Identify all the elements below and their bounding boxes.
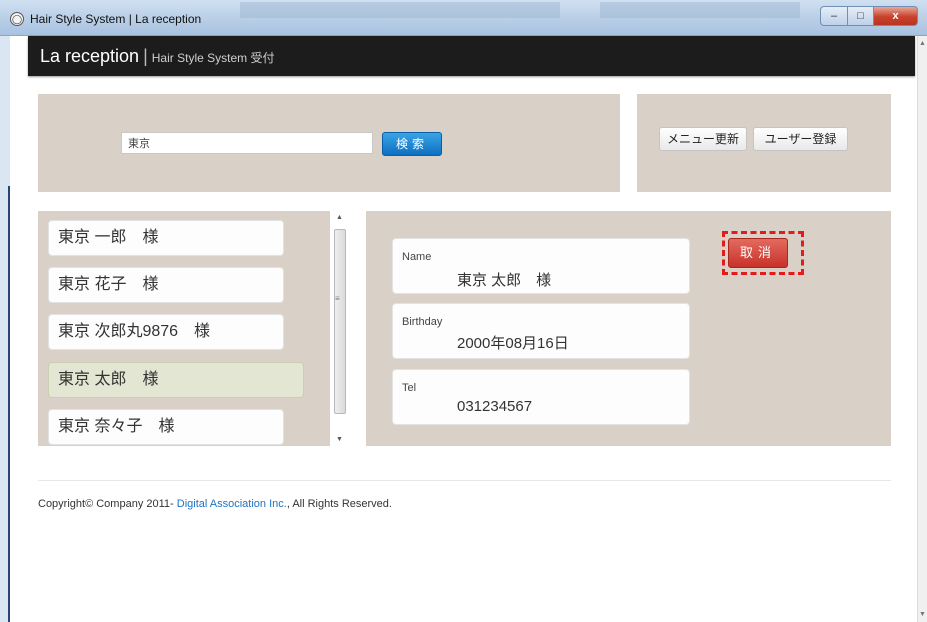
birthday-field-card: Birthday 2000年08月16日 bbox=[392, 303, 690, 359]
brand-subtitle: Hair Style System 受付 bbox=[151, 51, 275, 65]
customer-list-item[interactable]: 東京 一郎 様 bbox=[48, 220, 284, 256]
footer-divider bbox=[38, 480, 891, 481]
name-field-card: Name 東京 太郎 様 bbox=[392, 238, 690, 294]
birthday-value: 2000年08月16日 bbox=[457, 335, 569, 352]
menu-update-button[interactable]: メニュー更新 bbox=[659, 127, 747, 151]
customer-detail-panel: Name 東京 太郎 様 Birthday 2000年08月16日 Tel 03… bbox=[366, 211, 891, 446]
customer-list-item[interactable]: 東京 花子 様 bbox=[48, 267, 284, 303]
tel-field-card: Tel 031234567 bbox=[392, 369, 690, 425]
window-titlebar: ◯ Hair Style System | La reception – □ x bbox=[0, 0, 927, 36]
titlebar-background-decoration bbox=[600, 2, 800, 18]
app-brand: La reception | Hair Style System 受付 bbox=[40, 46, 274, 67]
close-window-button[interactable]: x bbox=[874, 6, 918, 26]
customer-list-scrollbar[interactable]: ▲ ≡ ▼ bbox=[333, 211, 347, 446]
search-panel: 検索 bbox=[38, 94, 620, 192]
customer-list-item[interactable]: 東京 奈々子 様 bbox=[48, 409, 284, 445]
list-scroll-grip-icon: ≡ bbox=[335, 294, 340, 303]
tel-value: 031234567 bbox=[457, 398, 533, 415]
titlebar-background-decoration bbox=[240, 2, 560, 18]
window-title: Hair Style System | La reception bbox=[30, 12, 202, 26]
user-register-button[interactable]: ユーザー登録 bbox=[753, 127, 848, 151]
search-button[interactable]: 検索 bbox=[382, 132, 442, 156]
scroll-up-arrow-icon[interactable]: ▲ bbox=[919, 40, 926, 47]
list-scroll-thumb[interactable] bbox=[334, 229, 346, 414]
app-header: La reception | Hair Style System 受付 bbox=[28, 36, 915, 76]
customer-list: 東京 一郎 様 東京 花子 様 東京 次郎丸9876 様 東京 太郎 様 東京 … bbox=[38, 211, 330, 446]
list-scroll-down-icon[interactable]: ▼ bbox=[336, 436, 343, 443]
customer-list-item[interactable]: 東京 次郎丸9876 様 bbox=[48, 314, 284, 350]
footer-copyright-suffix: , All Rights Reserved. bbox=[286, 498, 392, 510]
menu-panel: メニュー更新 ユーザー登録 bbox=[637, 94, 891, 192]
scroll-down-arrow-icon[interactable]: ▼ bbox=[919, 611, 926, 618]
brand-separator: | bbox=[143, 46, 148, 66]
footer-copyright-prefix: Copyright© Company 2011- bbox=[38, 498, 177, 510]
search-input[interactable] bbox=[121, 132, 373, 154]
footer: Copyright© Company 2011- Digital Associa… bbox=[38, 498, 392, 510]
maximize-button[interactable]: □ bbox=[848, 6, 874, 26]
name-value: 東京 太郎 様 bbox=[457, 272, 552, 289]
page-scrollbar[interactable]: ▲ ▼ bbox=[917, 36, 927, 622]
list-scroll-up-icon[interactable]: ▲ bbox=[336, 214, 343, 221]
brand-title[interactable]: La reception bbox=[40, 46, 139, 66]
tel-label: Tel bbox=[402, 382, 417, 394]
window-frame-left bbox=[0, 36, 10, 622]
name-label: Name bbox=[402, 251, 432, 263]
app-icon: ◯ bbox=[10, 12, 24, 26]
footer-company-link[interactable]: Digital Association Inc. bbox=[177, 498, 287, 510]
birthday-label: Birthday bbox=[402, 316, 443, 328]
customer-list-item-selected[interactable]: 東京 太郎 様 bbox=[48, 362, 304, 398]
cancel-button[interactable]: 取消 bbox=[728, 238, 788, 268]
minimize-button[interactable]: – bbox=[820, 6, 848, 26]
